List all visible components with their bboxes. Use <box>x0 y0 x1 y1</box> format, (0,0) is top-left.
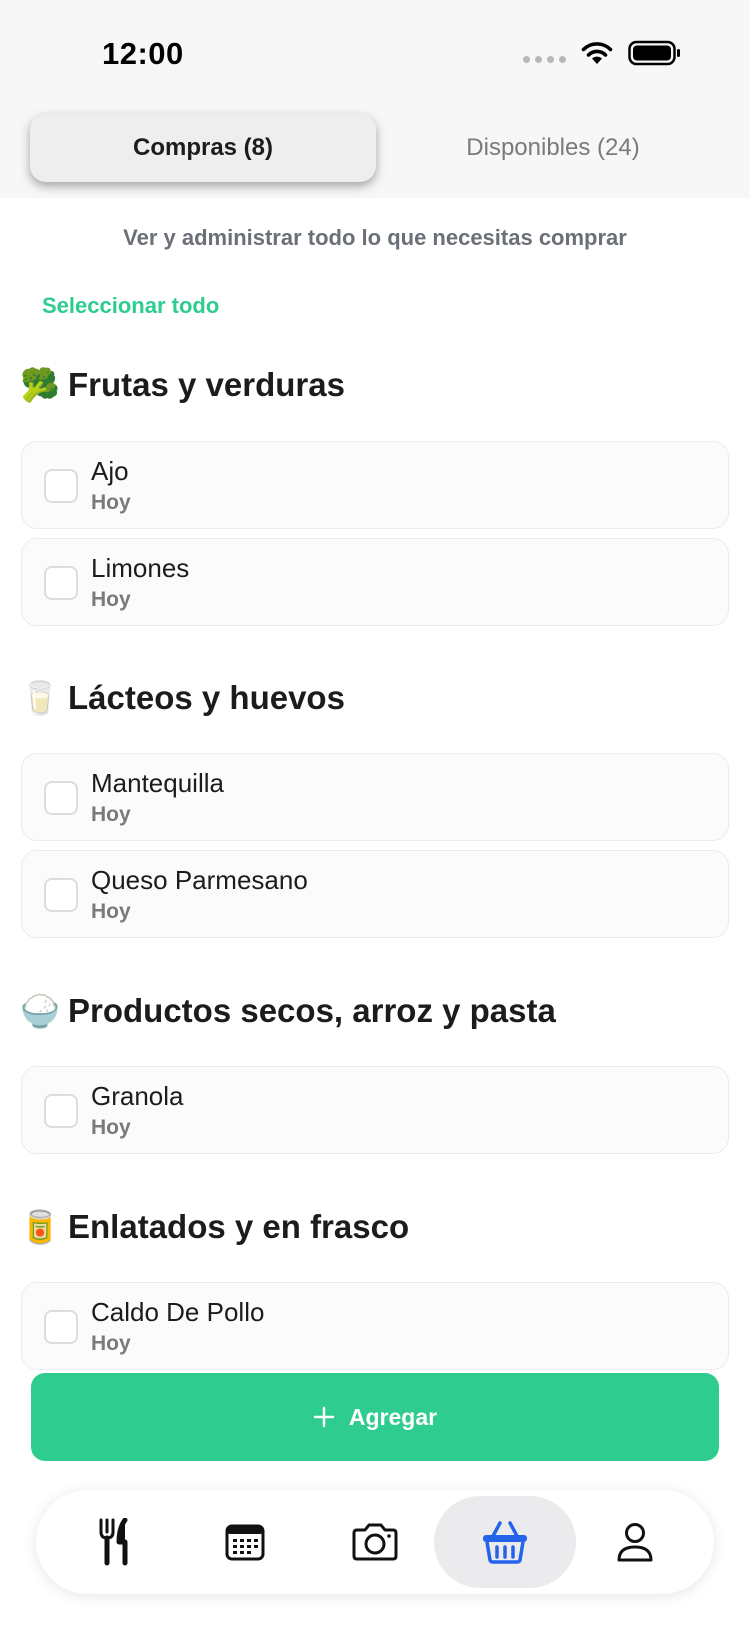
rice-bowl-icon: 🍚 <box>20 993 60 1029</box>
calendar-icon <box>225 1524 265 1561</box>
plus-icon <box>313 1406 335 1428</box>
status-icons <box>523 40 682 66</box>
item-checkbox[interactable] <box>44 781 78 815</box>
add-button-label: Agregar <box>348 1403 438 1430</box>
segmented-control: Compras (8) Disponibles (24) <box>30 114 720 182</box>
nav-calendar[interactable] <box>174 1496 316 1588</box>
basket-icon <box>483 1521 527 1564</box>
status-time: 12:00 <box>102 36 184 71</box>
item-checkbox[interactable] <box>44 469 78 503</box>
section-title: Lácteos y huevos <box>68 679 345 716</box>
list-item[interactable]: Queso Parmesano Hoy <box>21 850 729 938</box>
canned-food-icon: 🥫 <box>20 1209 60 1245</box>
status-bar: 12:00 <box>0 0 750 100</box>
nav-camera[interactable] <box>304 1496 446 1588</box>
item-checkbox[interactable] <box>44 566 78 600</box>
section-header-enlatados: 🥫 Enlatados y en frasco <box>20 1208 409 1246</box>
section-header-secos: 🍚 Productos secos, arroz y pasta <box>20 992 556 1030</box>
section-title: Enlatados y en frasco <box>68 1208 410 1245</box>
camera-icon <box>352 1523 398 1561</box>
signal-dots-icon <box>523 55 566 63</box>
bottom-nav <box>36 1490 714 1594</box>
item-date: Hoy <box>91 1116 131 1139</box>
select-all-link[interactable]: Seleccionar todo <box>42 293 219 319</box>
item-date: Hoy <box>91 900 131 923</box>
item-name: Mantequilla <box>91 768 224 798</box>
nav-profile[interactable] <box>564 1496 706 1588</box>
wifi-icon <box>581 42 613 64</box>
add-button[interactable]: Agregar <box>31 1373 719 1461</box>
person-icon <box>617 1523 653 1562</box>
item-name: Granola <box>91 1081 184 1111</box>
broccoli-icon: 🥦 <box>20 367 60 403</box>
item-checkbox[interactable] <box>44 878 78 912</box>
item-name: Queso Parmesano <box>91 865 308 895</box>
section-header-frutas: 🥦 Frutas y verduras <box>20 366 345 404</box>
item-checkbox[interactable] <box>44 1310 78 1344</box>
tab-compras[interactable]: Compras (8) <box>30 114 376 182</box>
list-item[interactable]: Caldo De Pollo Hoy <box>21 1282 729 1370</box>
item-date: Hoy <box>91 588 131 611</box>
page-subtitle: Ver y administrar todo lo que necesitas … <box>123 225 627 250</box>
tab-disponibles[interactable]: Disponibles (24) <box>386 114 720 182</box>
section-header-lacteos: 🥛 Lácteos y huevos <box>20 679 345 717</box>
fork-knife-icon <box>99 1518 128 1566</box>
item-date: Hoy <box>91 803 131 826</box>
battery-icon <box>628 40 680 66</box>
item-checkbox[interactable] <box>44 1094 78 1128</box>
nav-recipes[interactable] <box>44 1496 186 1588</box>
item-name: Caldo De Pollo <box>91 1297 265 1327</box>
section-title: Frutas y verduras <box>68 366 345 403</box>
item-date: Hoy <box>91 491 131 514</box>
item-name: Ajo <box>91 456 129 486</box>
list-item[interactable]: Mantequilla Hoy <box>21 753 729 841</box>
milk-glass-icon: 🥛 <box>20 680 60 716</box>
nav-shopping[interactable] <box>434 1496 576 1588</box>
item-date: Hoy <box>91 1332 131 1355</box>
section-title: Productos secos, arroz y pasta <box>68 992 556 1029</box>
list-item[interactable]: Limones Hoy <box>21 538 729 626</box>
item-name: Limones <box>91 553 190 583</box>
list-item[interactable]: Granola Hoy <box>21 1066 729 1154</box>
list-item[interactable]: Ajo Hoy <box>21 441 729 529</box>
